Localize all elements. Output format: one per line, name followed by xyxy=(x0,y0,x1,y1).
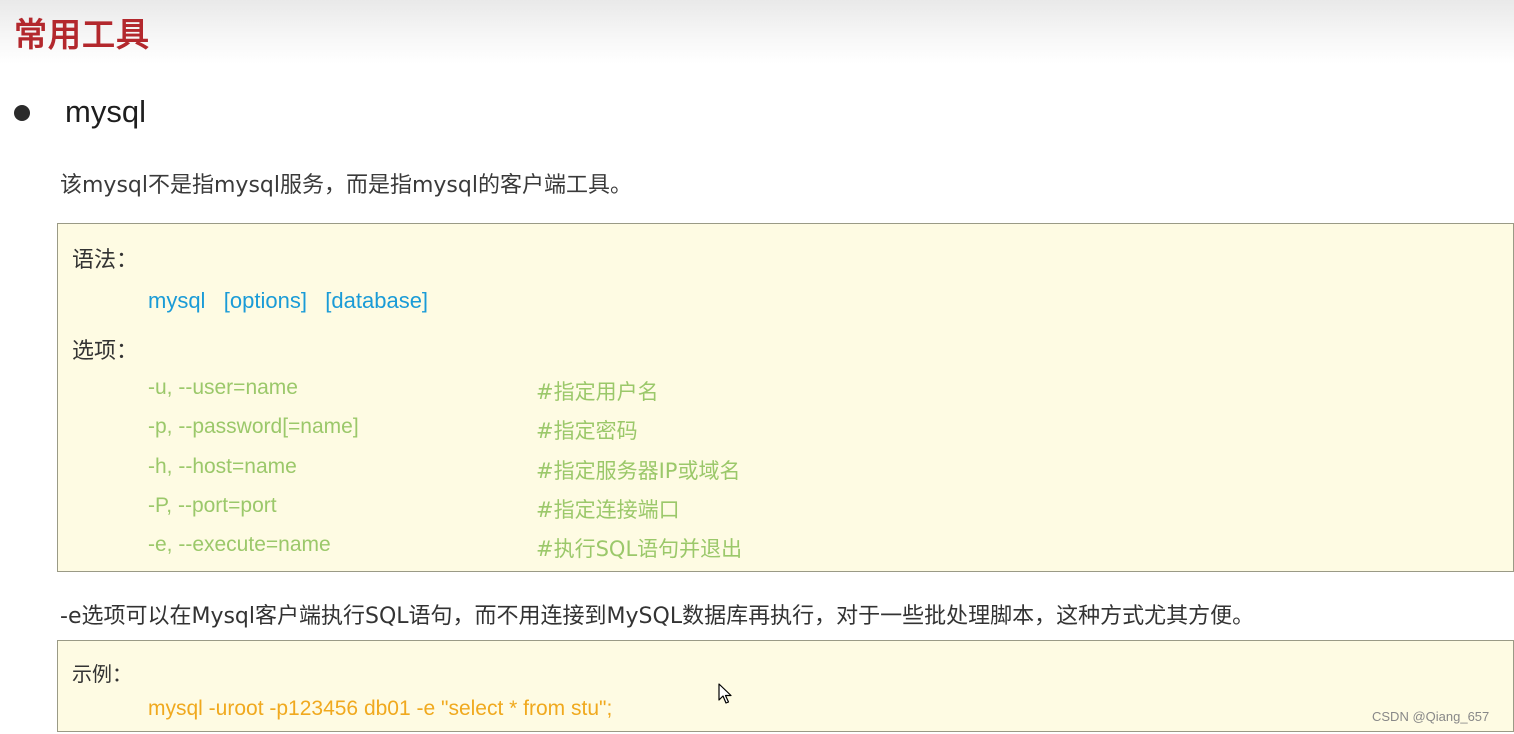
option-flag: -e, --execute=name xyxy=(148,533,331,556)
option-flag: -u, --user=name xyxy=(148,376,298,399)
option-desc: #指定用户名 xyxy=(536,380,659,404)
header-band xyxy=(0,0,1514,64)
options-label: 选项： xyxy=(72,339,139,364)
syntax-label: 语法： xyxy=(72,248,139,273)
option-desc: #指定服务器IP或域名 xyxy=(536,459,741,483)
execute-note: -e选项可以在Mysql客户端执行SQL语句，而不用连接到MySQL数据库再执行… xyxy=(60,604,1255,629)
option-row: -e, --execute=name #执行SQL语句并退出 xyxy=(148,533,1448,563)
option-row: -u, --user=name #指定用户名 xyxy=(148,376,1448,406)
bullet-icon xyxy=(14,105,30,121)
intro-text: 该mysql不是指mysql服务，而是指mysql的客户端工具。 xyxy=(60,173,632,198)
example-box: 示例： mysql -uroot -p123456 db01 -e "selec… xyxy=(57,640,1514,732)
example-command: mysql -uroot -p123456 db01 -e "select * … xyxy=(148,697,613,720)
section-heading: mysql xyxy=(65,94,146,129)
syntax-line: mysql [options] [database] xyxy=(148,288,429,313)
option-desc: #指定密码 xyxy=(536,419,638,443)
mouse-cursor-icon xyxy=(718,683,732,704)
option-desc: #执行SQL语句并退出 xyxy=(536,537,743,561)
option-flag: -p, --password[=name] xyxy=(148,415,359,438)
option-desc: #指定连接端口 xyxy=(536,498,680,522)
watermark: CSDN @Qiang_657 xyxy=(1372,709,1490,724)
option-flag: -h, --host=name xyxy=(148,455,297,478)
syntax-box: 语法： mysql [options] [database] 选项： -u, -… xyxy=(57,223,1514,572)
page-title: 常用工具 xyxy=(14,15,150,54)
option-row: -h, --host=name #指定服务器IP或域名 xyxy=(148,455,1448,485)
option-row: -p, --password[=name] #指定密码 xyxy=(148,415,1448,445)
option-row: -P, --port=port #指定连接端口 xyxy=(148,494,1448,524)
example-label: 示例： xyxy=(72,662,132,686)
option-flag: -P, --port=port xyxy=(148,494,277,517)
